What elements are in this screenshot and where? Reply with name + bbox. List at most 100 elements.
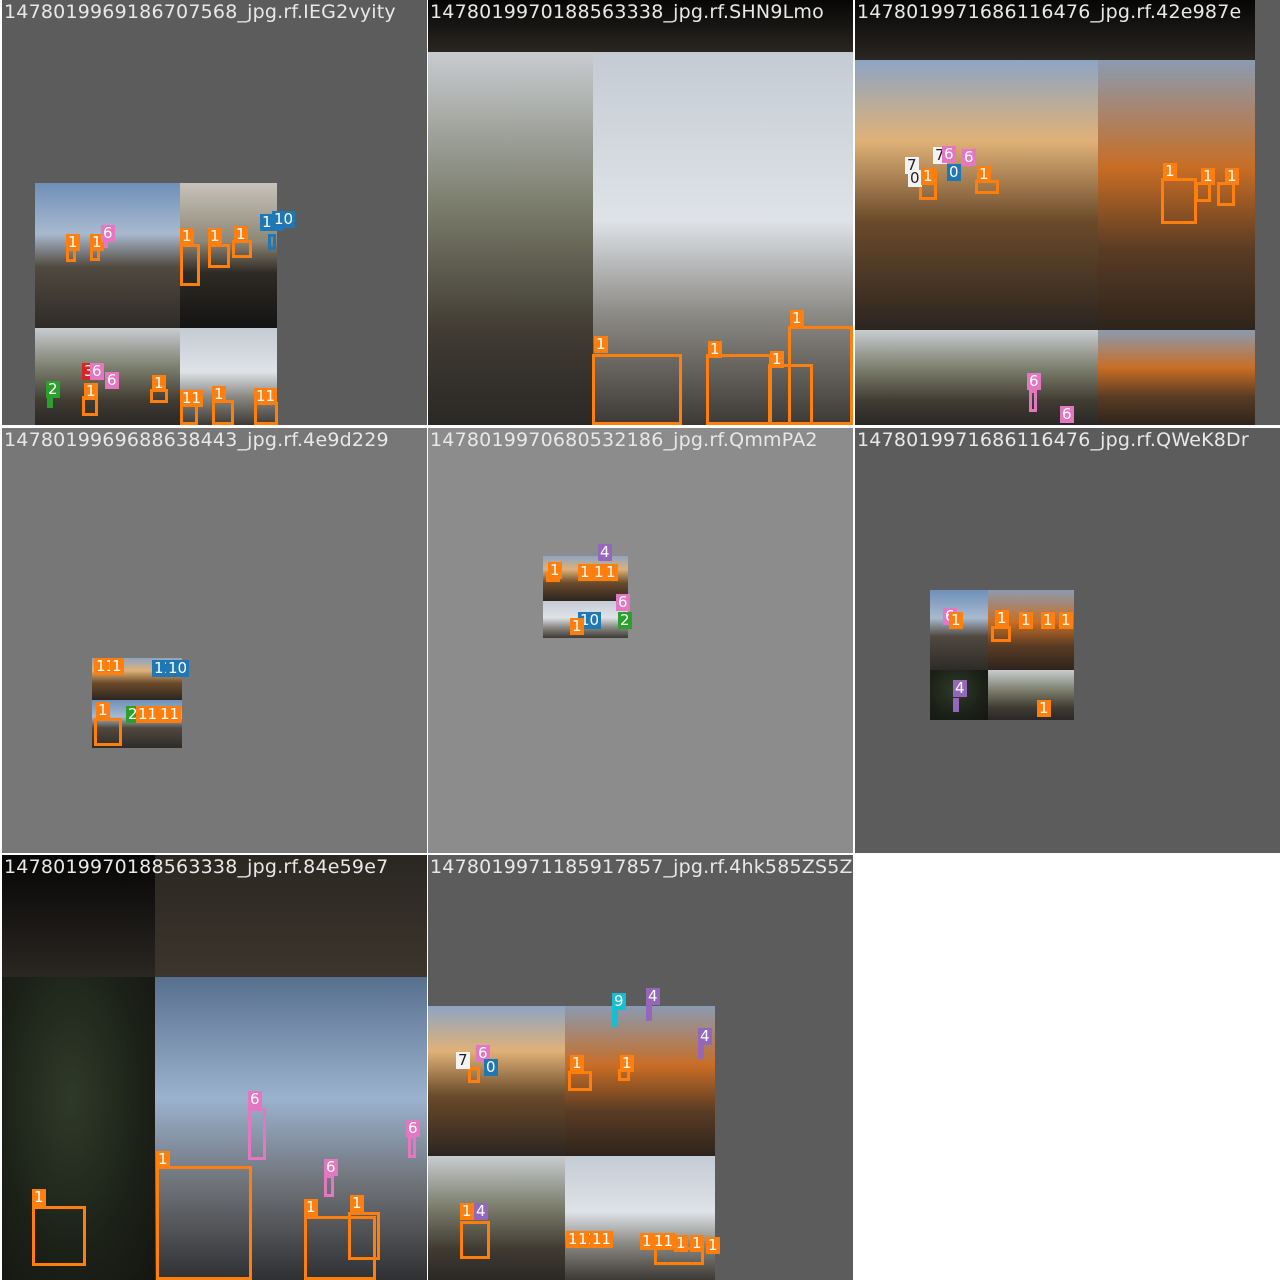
bbox-label: 1 bbox=[594, 335, 608, 353]
cell-title: 1478019970188563338_jpg.rf.84e59e7 bbox=[4, 856, 389, 878]
bbox-label: 1 bbox=[1037, 699, 1051, 717]
bbox-car bbox=[568, 1071, 592, 1091]
bbox-label: 4 bbox=[646, 987, 660, 1005]
bbox-label: 1 bbox=[66, 233, 80, 251]
bbox-label: 1 bbox=[620, 1054, 634, 1072]
mosaic-cell-6: 1478019971686116476_jpg.rf.QWeK8Dr 6 1 1… bbox=[855, 428, 1280, 853]
bbox-label: 4 bbox=[953, 679, 967, 697]
bbox-car bbox=[1161, 178, 1197, 224]
bbox-label: 10 bbox=[166, 659, 190, 677]
photo-tile bbox=[930, 590, 988, 670]
bbox-label: 0 bbox=[947, 163, 961, 181]
mosaic-cell-8: 1478019971185917857_jpg.rf.4hk585ZS5Zm4k… bbox=[428, 855, 853, 1280]
photo-tile bbox=[1098, 330, 1255, 425]
bbox-label: 4 bbox=[698, 1027, 712, 1045]
bbox-label: 1 bbox=[208, 227, 222, 245]
bbox-label: 6 bbox=[1060, 405, 1074, 423]
bbox-label: 1 bbox=[977, 165, 991, 183]
bbox-label: 6 bbox=[406, 1119, 420, 1137]
bbox-label: 11 bbox=[652, 1232, 676, 1250]
bbox-label: 6 bbox=[90, 362, 104, 380]
cell-title: 1478019971185917857_jpg.rf.4hk585ZS5Zm4k bbox=[430, 856, 853, 878]
bbox-car bbox=[1195, 182, 1211, 202]
bbox-car bbox=[1217, 182, 1235, 206]
bbox-label: 1 bbox=[180, 227, 194, 245]
bbox-label: 1 bbox=[604, 563, 618, 581]
bbox-label: 1 bbox=[921, 167, 935, 185]
mosaic-cell-5: 1478019970680532186_jpg.rf.QmmPA2 4 1 1 … bbox=[428, 428, 853, 853]
bbox-car bbox=[156, 1166, 252, 1280]
bbox-label: 7 bbox=[456, 1051, 470, 1069]
bbox-car bbox=[254, 402, 278, 425]
bbox-label: 6 bbox=[1027, 372, 1041, 390]
bbox-label: 6 bbox=[962, 148, 976, 166]
bbox-label: 1 bbox=[770, 350, 784, 368]
bbox-traffic-light bbox=[408, 1136, 416, 1158]
bbox-label: 1 bbox=[1041, 611, 1055, 629]
cell-title: 1478019969186707568_jpg.rf.IEG2vyity bbox=[4, 1, 396, 23]
cell-title: 1478019970680532186_jpg.rf.QmmPA2 bbox=[430, 429, 818, 451]
bbox-car bbox=[94, 718, 122, 746]
bbox-label: 1 bbox=[690, 1234, 704, 1252]
bbox-label: 6 bbox=[324, 1158, 338, 1176]
mosaic-cell-1: 1478019969186707568_jpg.rf.IEG2vyity 1 1… bbox=[2, 0, 427, 425]
bbox-label: 1 bbox=[1019, 611, 1033, 629]
bbox-car bbox=[180, 244, 200, 286]
bbox-car bbox=[592, 354, 682, 425]
cell-title: 1478019971686116476_jpg.rf.42e987e bbox=[857, 1, 1242, 23]
photo-tile bbox=[428, 1156, 565, 1280]
bbox-label: 6 bbox=[105, 371, 119, 389]
cell-title: 1478019969688638443_jpg.rf.4e9d229 bbox=[4, 429, 389, 451]
bbox-label: 1 bbox=[1201, 167, 1215, 185]
bbox-label: 1 bbox=[1163, 162, 1177, 180]
mosaic-cell-3: 1478019971686116476_jpg.rf.42e987e 7 0 1… bbox=[855, 0, 1280, 425]
mosaic-cell-7: 1478019970188563338_jpg.rf.84e59e7 1 1 6… bbox=[2, 855, 427, 1280]
bbox-label: 0 bbox=[908, 169, 922, 187]
photo-tile bbox=[428, 1006, 565, 1156]
bbox-label: 1 bbox=[460, 1202, 474, 1220]
bbox-label: 1 bbox=[152, 374, 166, 392]
bbox-car bbox=[706, 354, 772, 425]
bbox-car bbox=[991, 626, 1011, 642]
bbox-car bbox=[212, 400, 234, 425]
mosaic-cell-2: 1478019970188563338_jpg.rf.SHN9Lmo 1 1 1… bbox=[428, 0, 853, 425]
bbox-label: 2 bbox=[618, 611, 632, 629]
bbox-label: 1 bbox=[234, 225, 248, 243]
bbox-traffic-light bbox=[248, 1108, 266, 1160]
bbox-label: 1 bbox=[156, 1150, 170, 1168]
empty-grid-slot bbox=[855, 855, 1280, 1280]
bbox-car bbox=[468, 1067, 480, 1083]
bbox-label: 9 bbox=[612, 992, 626, 1010]
bbox-pedestrian bbox=[646, 1005, 652, 1021]
bbox-label: 1 bbox=[570, 1054, 584, 1072]
bbox-label: 1 bbox=[548, 561, 562, 579]
bbox-label: 11 bbox=[158, 705, 182, 723]
bbox-car bbox=[32, 1206, 86, 1266]
bbox-car bbox=[208, 244, 230, 268]
bbox-label: 1 bbox=[1059, 611, 1073, 629]
bbox-label: 6 bbox=[248, 1090, 262, 1108]
bbox-car bbox=[788, 326, 853, 425]
bbox-label: 1 bbox=[995, 609, 1009, 627]
bbox-label: 1 bbox=[350, 1194, 364, 1212]
bbox-label: 1 bbox=[949, 611, 963, 629]
bbox-label: 1 bbox=[790, 309, 804, 327]
bbox-label: 1 bbox=[304, 1198, 318, 1216]
bbox-label: 1 bbox=[32, 1188, 46, 1206]
bbox-label: 11 bbox=[180, 389, 204, 407]
bbox-sign bbox=[268, 234, 276, 250]
photo-tile bbox=[855, 60, 1098, 330]
bbox-label: 1 bbox=[708, 340, 722, 358]
bbox-label: 6 bbox=[942, 145, 956, 163]
cell-title: 1478019970188563338_jpg.rf.SHN9Lmo bbox=[430, 1, 824, 23]
bbox-label: 4 bbox=[598, 543, 612, 561]
bbox-label: 1 bbox=[706, 1236, 720, 1254]
cell-title: 1478019971686116476_jpg.rf.QWeK8Dr bbox=[857, 429, 1249, 451]
bbox-label: 1 bbox=[1225, 167, 1239, 185]
bbox-car bbox=[348, 1212, 380, 1260]
bbox-label: 6 bbox=[616, 593, 630, 611]
photo-tile bbox=[428, 52, 593, 425]
bbox-label: 1 bbox=[84, 382, 98, 400]
bbox-pedestrian bbox=[698, 1045, 704, 1059]
bbox-label: 1 bbox=[212, 385, 226, 403]
